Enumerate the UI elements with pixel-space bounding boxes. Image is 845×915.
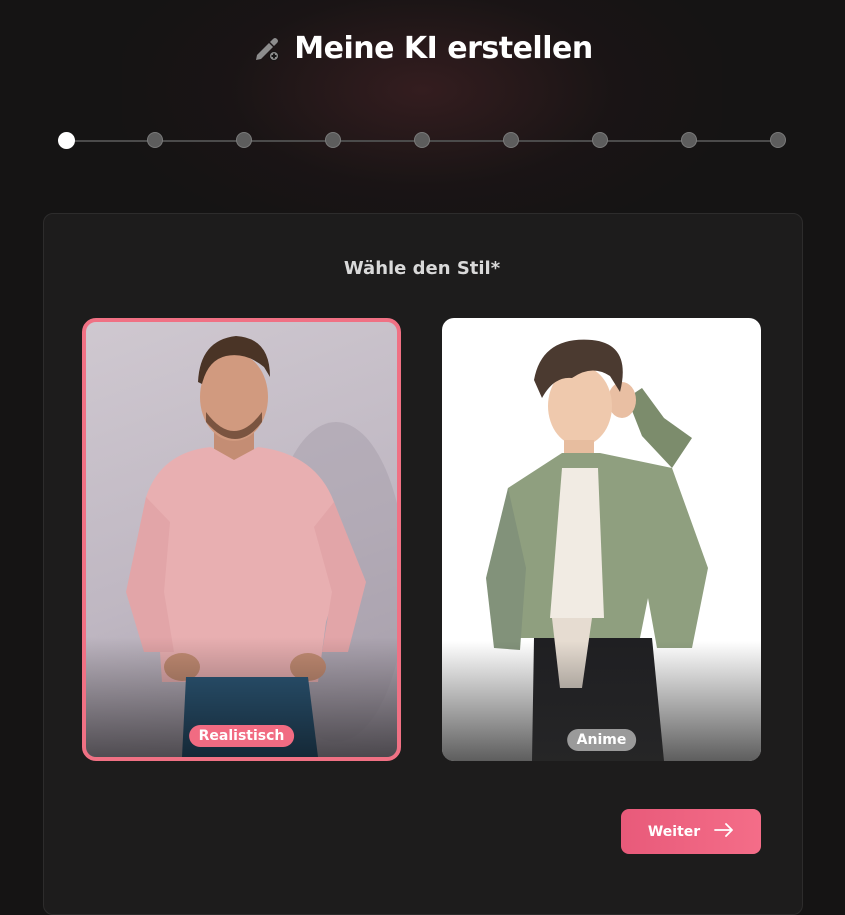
next-button-label: Weiter: [647, 823, 701, 840]
step-dot-2: [147, 132, 163, 148]
section-title: Wähle den Stil*: [343, 258, 501, 279]
style-option-realistic[interactable]: Realistisch: [82, 318, 401, 761]
progress-stepper: [58, 132, 786, 149]
step-dot-5: [414, 132, 430, 148]
step-dot-7: [592, 132, 608, 148]
page-header: Meine KI erstellen: [0, 26, 845, 70]
step-dot-3: [236, 132, 252, 148]
step-dot-4: [325, 132, 341, 148]
step-dot-8: [681, 132, 697, 148]
step-dot-6: [503, 132, 519, 148]
page-title: Meine KI erstellen: [294, 30, 593, 66]
style-option-anime[interactable]: Anime: [442, 318, 761, 761]
option-label-anime: Anime: [566, 729, 637, 751]
step-dot-1: [58, 132, 75, 149]
next-button[interactable]: Weiter: [621, 809, 761, 854]
pencil-plus-icon: [252, 33, 282, 63]
option-label-realistic: Realistisch: [188, 725, 295, 747]
step-dot-9: [770, 132, 786, 148]
arrow-right-icon: [714, 822, 734, 841]
